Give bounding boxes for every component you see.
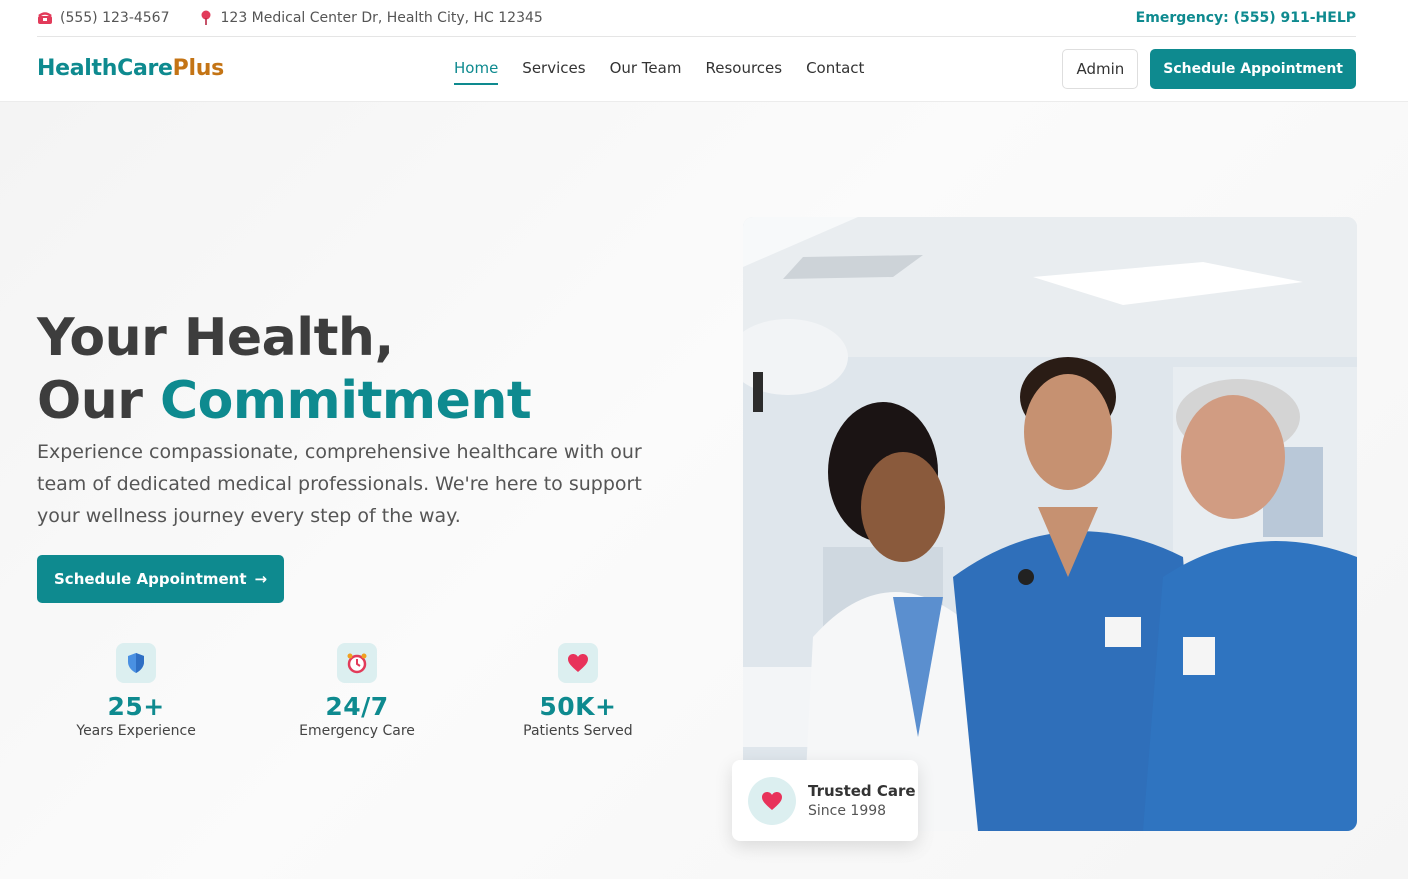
trusted-care-card: Trusted Care Since 1998 [732,760,918,841]
nav-services[interactable]: Services [522,59,585,85]
site-logo[interactable]: HealthCarePlus [37,56,224,81]
headline-line-2-plain: Our [37,371,160,431]
stat-value: 50K+ [539,692,617,721]
trusted-care-since: Since 1998 [808,803,887,819]
phone-info: (555) 123-4567 [37,10,170,26]
address-text: 123 Medical Center Dr, Health City, HC 1… [220,10,543,26]
trusted-care-title: Trusted Care [808,782,916,800]
logo-text-accent: Plus [172,56,225,81]
phone-icon [37,10,53,26]
stat-value: 25+ [107,692,165,721]
heart-icon [557,643,598,683]
hero-schedule-button[interactable]: Schedule Appointment → [37,555,285,603]
stat-label: Years Experience [76,723,196,739]
nav-contact[interactable]: Contact [806,59,864,85]
logo-text-main: HealthCare [37,56,173,81]
map-pin-icon [198,10,214,26]
emergency-phone-link[interactable]: Emergency: (555) 911-HELP [1136,10,1356,26]
nav-home[interactable]: Home [454,59,499,85]
shield-icon [116,643,157,683]
stat-label: Emergency Care [299,723,415,739]
stats-row: 25+ Years Experience 24/7 Emergency Care… [37,643,677,739]
stat-label: Patients Served [523,723,633,739]
main-nav: Home Services Our Team Resources Contact [454,59,864,85]
hero-team-photo [743,217,1357,831]
admin-button[interactable]: Admin [1062,49,1139,89]
phone-text: (555) 123-4567 [60,10,170,26]
stat-emergency-care: 24/7 Emergency Care [235,643,479,739]
nav-our-team[interactable]: Our Team [610,59,682,85]
headline-line-1: Your Health, [37,308,394,368]
address-info: 123 Medical Center Dr, Health City, HC 1… [198,10,543,26]
cta-label: Schedule Appointment [54,570,247,588]
top-info-bar: (555) 123-4567 123 Medical Center Dr, He… [37,0,1356,37]
nav-resources[interactable]: Resources [705,59,782,85]
heart-icon [748,776,796,825]
site-header: HealthCarePlus Home Services Our Team Re… [0,37,1408,102]
headline-line-2-accent: Commitment [159,371,532,431]
arrow-right-icon: → [254,570,268,588]
stat-years-experience: 25+ Years Experience [37,643,235,739]
hero-headline: Your Health, Our Commitment [37,307,532,433]
stat-patients-served: 50K+ Patients Served [479,643,677,739]
alarm-clock-icon [337,643,377,683]
hero-description: Experience compassionate, comprehensive … [37,441,642,527]
hero-section: Your Health, Our Commitment Experience c… [0,102,1408,879]
stat-value: 24/7 [325,692,389,721]
header-schedule-button[interactable]: Schedule Appointment [1150,49,1356,89]
